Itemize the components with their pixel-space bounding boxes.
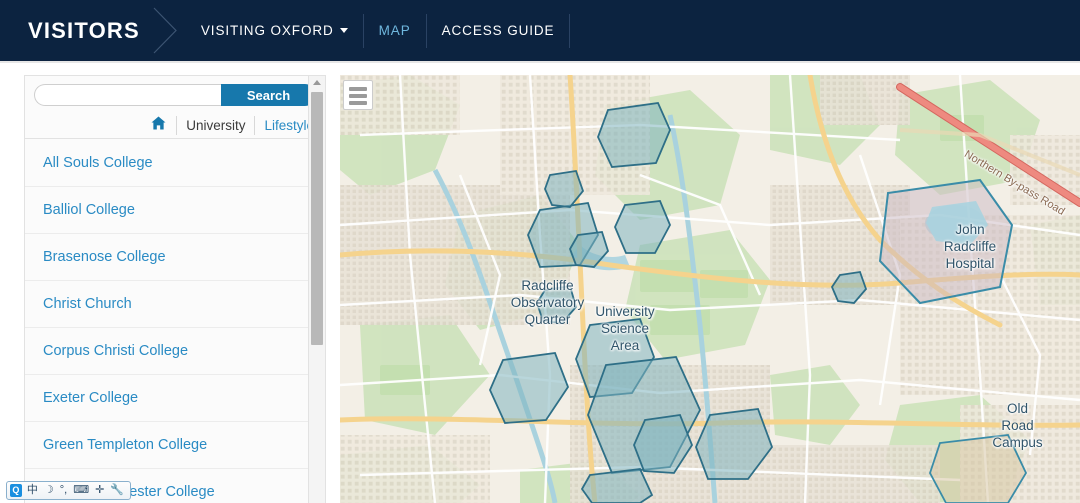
nav-divider bbox=[569, 14, 570, 48]
search-row: Search bbox=[25, 76, 325, 113]
ime-punctuation-icon[interactable]: °, bbox=[60, 485, 67, 496]
menu-bar bbox=[349, 101, 367, 105]
list-item[interactable]: Green Templeton College bbox=[25, 422, 309, 469]
ime-logo-icon[interactable]: Q bbox=[10, 484, 22, 497]
search-input[interactable] bbox=[34, 84, 221, 106]
ime-toolbar[interactable]: Q 中 ☽ °, ⌨ ✛ 🔧 bbox=[6, 481, 131, 500]
hamburger-menu-icon[interactable] bbox=[343, 80, 373, 110]
list-item[interactable]: Christ Church bbox=[25, 281, 309, 328]
sidebar-panel: Search University Lifestyle All Souls Co… bbox=[24, 75, 326, 503]
ime-settings-icon[interactable]: 🔧 bbox=[110, 485, 124, 496]
menu-bar bbox=[349, 94, 367, 98]
ime-keyboard-icon[interactable]: ⌨ bbox=[73, 485, 89, 496]
ime-moon-icon[interactable]: ☽ bbox=[44, 485, 54, 496]
scroll-up-arrow-icon[interactable] bbox=[313, 80, 321, 85]
nav-item-visiting-oxford-label: VISITING OXFORD bbox=[201, 23, 334, 38]
list-item[interactable]: Exeter College bbox=[25, 375, 309, 422]
chevron-down-icon bbox=[340, 28, 348, 33]
category-tab-row: University Lifestyle bbox=[25, 113, 325, 139]
sidebar-scrollbar[interactable] bbox=[308, 76, 325, 503]
scrollbar-thumb[interactable] bbox=[311, 92, 323, 345]
map-tiles bbox=[340, 75, 1080, 503]
list-item[interactable]: Brasenose College bbox=[25, 234, 309, 281]
nav-item-visiting-oxford[interactable]: VISITING OXFORD bbox=[186, 14, 363, 48]
site-header: VISITORS VISITING OXFORD MAP ACCESS GUID… bbox=[0, 0, 1080, 61]
header-underline bbox=[0, 61, 1080, 63]
college-list: All Souls College Balliol College Brasen… bbox=[25, 140, 309, 503]
ime-expand-icon[interactable]: ✛ bbox=[95, 485, 104, 496]
search-button[interactable]: Search bbox=[221, 84, 316, 106]
map-canvas[interactable]: RadcliffeObservatoryQuarter UniversitySc… bbox=[340, 75, 1080, 503]
list-item[interactable]: Corpus Christi College bbox=[25, 328, 309, 375]
ime-language-icon[interactable]: 中 bbox=[27, 485, 38, 496]
brand-chevron-divider bbox=[140, 0, 186, 61]
brand-logo[interactable]: VISITORS bbox=[0, 18, 140, 44]
list-item[interactable]: Balliol College bbox=[25, 187, 309, 234]
list-item[interactable]: All Souls College bbox=[25, 140, 309, 187]
tab-university[interactable]: University bbox=[177, 116, 254, 135]
menu-bar bbox=[349, 87, 367, 91]
nav-item-map[interactable]: MAP bbox=[364, 14, 426, 48]
home-icon[interactable] bbox=[151, 116, 176, 135]
nav-item-access-guide[interactable]: ACCESS GUIDE bbox=[427, 14, 570, 48]
